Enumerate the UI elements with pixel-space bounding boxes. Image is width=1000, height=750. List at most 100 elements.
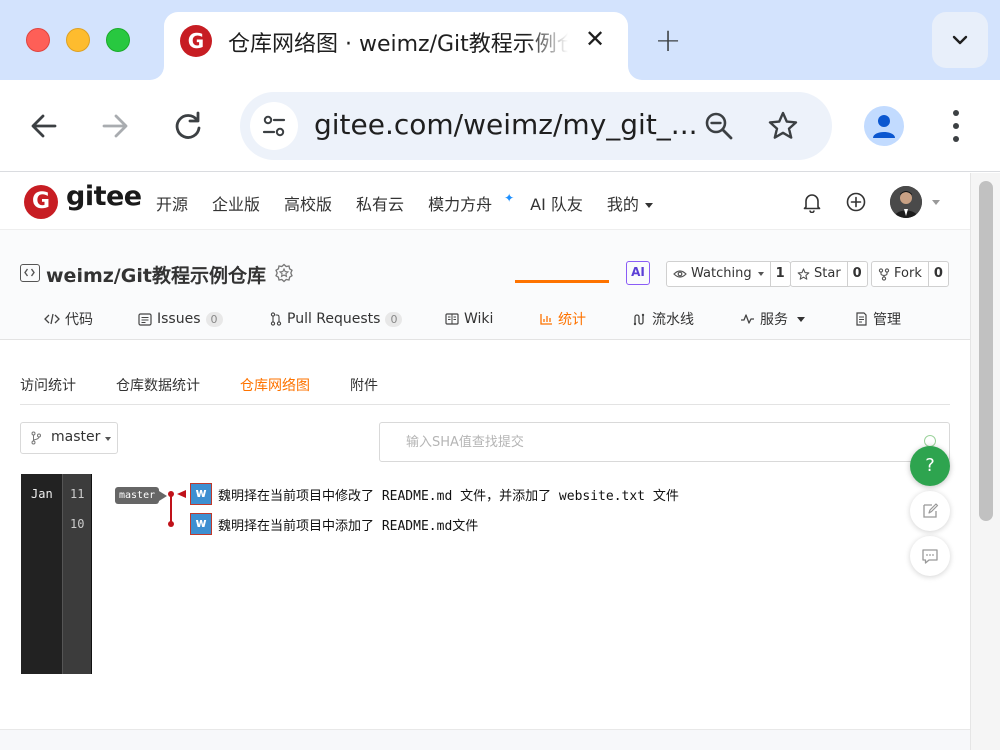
reload-icon <box>175 111 201 139</box>
nav-item-enterprise[interactable]: 企业版 <box>212 191 260 215</box>
tab-code[interactable]: 代码 <box>44 308 93 330</box>
help-button[interactable]: ? <box>910 446 950 486</box>
pipeline-icon <box>633 313 645 325</box>
fork-count[interactable]: 0 <box>927 262 948 286</box>
watch-count[interactable]: 1 <box>769 262 790 286</box>
nav-item-private-cloud[interactable]: 私有云 <box>356 191 404 215</box>
sparkle-icon: ✦ <box>504 191 515 205</box>
tab-manage[interactable]: 管理 <box>855 308 901 330</box>
close-tab-icon[interactable]: ✕ <box>580 24 610 54</box>
tab-stats[interactable]: 统计 <box>540 308 586 330</box>
subtab-visit-stats[interactable]: 访问统计 <box>20 375 76 395</box>
repo-code-icon <box>20 264 40 282</box>
new-tab-button[interactable]: + <box>648 22 688 58</box>
caret-down-icon <box>757 272 764 276</box>
user-photo-icon <box>890 186 922 218</box>
gitee-logo-text[interactable]: gitee <box>66 181 142 212</box>
nav-item-mine[interactable]: 我的 <box>607 191 653 215</box>
bell-icon <box>803 194 821 214</box>
tab-stats-label: 统计 <box>558 312 586 328</box>
browser-tab-active[interactable]: G 仓库网络图 · weimz/Git教程示例仓库 - Gitee.com ✕ <box>164 12 628 80</box>
star-count[interactable]: 0 <box>846 262 867 286</box>
create-button[interactable] <box>845 191 867 213</box>
code-icon <box>44 313 60 325</box>
tab-code-label: 代码 <box>65 312 93 328</box>
scrollbar-thumb[interactable] <box>979 181 993 521</box>
nav-item-moli[interactable]: 模力方舟 ✦ <box>428 191 514 215</box>
caret-down-icon <box>105 437 111 441</box>
branch-tag-master[interactable]: master <box>115 487 168 504</box>
stats-subtabs: 访问统计 仓库数据统计 仓库网络图 附件 <box>20 373 950 405</box>
tab-services-label: 服务 <box>760 312 788 328</box>
gitee-logo-icon[interactable]: G <box>24 185 58 219</box>
bookmark-button[interactable] <box>766 109 800 143</box>
tab-wiki-label: Wiki <box>464 311 494 327</box>
head-arrow-icon <box>177 490 186 498</box>
commit-message[interactable]: 魏明择在当前项目中添加了 README.md文件 <box>218 515 478 534</box>
tab-search-button[interactable] <box>932 12 988 68</box>
nav-item-mine-label: 我的 <box>606 195 639 214</box>
back-button[interactable] <box>26 108 62 144</box>
forward-button[interactable] <box>97 108 133 144</box>
nav-item-open-source[interactable]: 开源 <box>156 191 188 215</box>
stats-icon <box>540 314 552 325</box>
tab-manage-label: 管理 <box>873 312 901 328</box>
arrow-right-icon <box>102 114 128 138</box>
branch-icon <box>31 431 41 445</box>
graph-day-label: 10 <box>70 517 85 531</box>
repo-title[interactable]: weimz/Git教程示例仓库 <box>46 261 266 288</box>
reload-button[interactable] <box>170 108 206 144</box>
star-label: Star <box>814 266 841 281</box>
chevron-down-icon <box>952 35 968 45</box>
tab-pull-requests[interactable]: Pull Requests 0 <box>270 308 403 330</box>
ai-badge-button[interactable]: AI <box>626 261 650 285</box>
tune-icon <box>262 115 286 137</box>
commit-row[interactable]: w 魏明择在当前项目中修改了 README.md 文件，并添加了 website… <box>190 483 679 505</box>
chat-button[interactable] <box>910 536 950 576</box>
minimize-window-button[interactable] <box>66 28 90 52</box>
nav-item-education[interactable]: 高校版 <box>284 191 332 215</box>
fork-button-group: Fork 0 <box>871 261 949 287</box>
commit-author-avatar[interactable]: w <box>190 513 212 535</box>
sha-search-input[interactable] <box>379 422 950 462</box>
close-window-button[interactable] <box>26 28 50 52</box>
more-vert-icon <box>953 110 959 142</box>
recommend-badge-icon[interactable] <box>274 263 294 283</box>
star-button-group: Star 0 <box>790 261 868 287</box>
notifications-button[interactable] <box>801 191 823 214</box>
commit-message[interactable]: 魏明择在当前项目中修改了 README.md 文件，并添加了 website.t… <box>218 485 679 504</box>
subtab-network-graph[interactable]: 仓库网络图 <box>240 375 310 395</box>
user-avatar[interactable] <box>890 186 922 218</box>
feedback-button[interactable] <box>910 491 950 531</box>
graph-day-column: 11 10 <box>62 474 92 674</box>
graph-month-column: Jan <box>21 474 62 674</box>
graph-day-label: 11 <box>70 487 85 501</box>
maximize-window-button[interactable] <box>106 28 130 52</box>
url-text[interactable]: gitee.com/weimz/my_git_... <box>314 108 698 141</box>
plus-circle-icon <box>846 192 866 212</box>
tab-wiki[interactable]: Wiki <box>445 308 493 330</box>
profile-button[interactable] <box>864 106 904 146</box>
branch-select[interactable]: master <box>20 422 118 454</box>
subtab-attachments[interactable]: 附件 <box>350 375 378 395</box>
zoom-button[interactable] <box>702 109 736 143</box>
tab-pipeline[interactable]: 流水线 <box>633 308 694 330</box>
repo-tabs: 代码 Issues 0 Pull Requests 0 Wiki 统计 流水线 … <box>0 298 970 340</box>
tab-issues[interactable]: Issues 0 <box>138 308 223 330</box>
nav-item-ai-teammate[interactable]: AI 队友 <box>530 191 583 215</box>
main-nav: 开源 企业版 高校版 私有云 模力方舟 ✦ AI 队友 我的 <box>156 191 677 215</box>
commit-row[interactable]: w 魏明择在当前项目中添加了 README.md文件 <box>190 513 478 535</box>
watch-button[interactable]: Watching <box>667 262 770 286</box>
site-info-button[interactable] <box>250 102 298 150</box>
address-bar[interactable]: gitee.com/weimz/my_git_... <box>240 92 832 160</box>
tab-services[interactable]: 服务 <box>740 308 805 330</box>
avatar-caret-icon[interactable] <box>932 200 940 205</box>
browser-menu-button[interactable] <box>940 106 972 146</box>
subtab-repo-data-stats[interactable]: 仓库数据统计 <box>116 375 200 395</box>
pull-request-icon <box>270 312 282 326</box>
fork-button[interactable]: Fork <box>872 262 928 286</box>
star-button[interactable]: Star <box>791 262 847 286</box>
commit-author-avatar[interactable]: w <box>190 483 212 505</box>
watch-label: Watching <box>691 266 752 281</box>
page-scrollbar[interactable] <box>970 173 1000 750</box>
